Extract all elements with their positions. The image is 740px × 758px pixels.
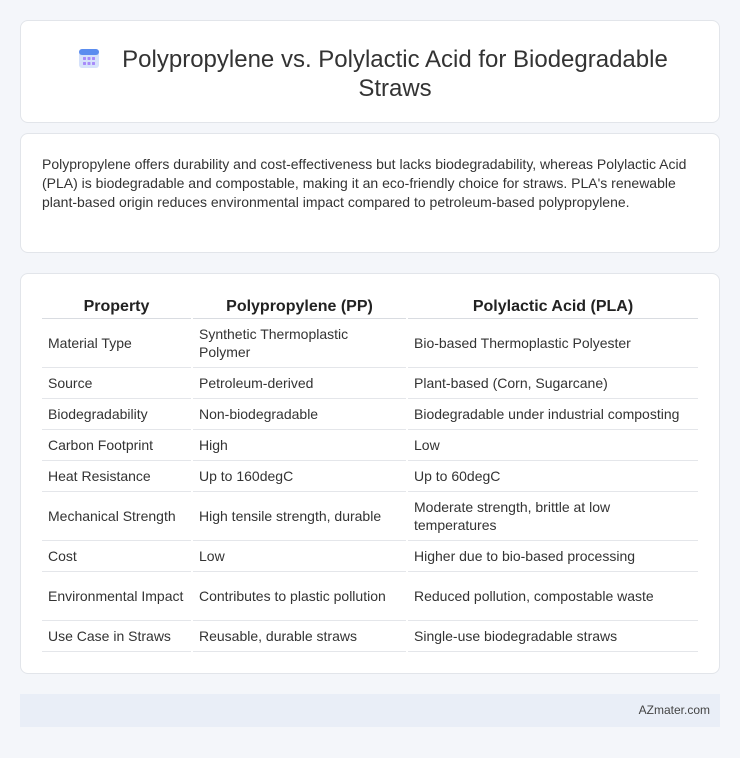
- table-cell: Material Type: [42, 318, 192, 368]
- table-cell: Heat Resistance: [42, 460, 192, 492]
- summary-paragraph: Polypropylene offers durability and cost…: [42, 156, 687, 210]
- table-cell: Single-use biodegradable straws: [406, 620, 698, 652]
- table-cell: Synthetic Thermoplastic Polymer: [191, 318, 407, 368]
- table-cell: Petroleum-derived: [191, 367, 407, 399]
- table-cell: Plant-based (Corn, Sugarcane): [406, 367, 698, 399]
- table-cell: Up to 160degC: [191, 460, 407, 492]
- table-row: Use Case in Straws Reusable, durable str…: [42, 620, 698, 652]
- table-header-row: Property Polypropylene (PP) Polylactic A…: [42, 294, 698, 319]
- table-row: Environmental Impact Contributes to plas…: [42, 571, 698, 621]
- table-row: Material Type Synthetic Thermoplastic Po…: [42, 318, 698, 368]
- footer-site-link[interactable]: AZmater.com: [639, 703, 710, 717]
- column-header-property: Property: [42, 294, 192, 319]
- table-cell: Bio-based Thermoplastic Polyester: [406, 318, 698, 368]
- table-cell: Reduced pollution, compostable waste: [406, 571, 698, 621]
- table-row: Carbon Footprint High Low: [42, 429, 698, 461]
- table-cell: Low: [406, 429, 698, 461]
- table-cell: Use Case in Straws: [42, 620, 192, 652]
- title-card: Polypropylene vs. Polylactic Acid for Bi…: [20, 20, 720, 123]
- comparison-card: Property Polypropylene (PP) Polylactic A…: [20, 273, 720, 674]
- column-header-pp: Polypropylene (PP): [191, 294, 407, 319]
- table-cell: Cost: [42, 540, 192, 572]
- table-cell: High tensile strength, durable: [191, 491, 407, 541]
- table-row: Biodegradability Non-biodegradable Biode…: [42, 398, 698, 430]
- table-cell: Biodegradable under industrial compostin…: [406, 398, 698, 430]
- table-cell: Up to 60degC: [406, 460, 698, 492]
- comparison-table: Property Polypropylene (PP) Polylactic A…: [42, 294, 698, 652]
- page-title: Polypropylene vs. Polylactic Acid for Bi…: [122, 46, 668, 102]
- table-cell: High: [191, 429, 407, 461]
- table-cell: Higher due to bio-based processing: [406, 540, 698, 572]
- column-header-pla: Polylactic Acid (PLA): [406, 294, 698, 319]
- table-row: Source Petroleum-derived Plant-based (Co…: [42, 367, 698, 399]
- table-cell: Carbon Footprint: [42, 429, 192, 461]
- summary-card: Polypropylene offers durability and cost…: [20, 133, 720, 253]
- table-cell: Environmental Impact: [42, 571, 192, 621]
- table-cell: Contributes to plastic pollution: [191, 571, 407, 621]
- table-cell: Reusable, durable straws: [191, 620, 407, 652]
- table-cell: Low: [191, 540, 407, 572]
- table-row: Mechanical Strength High tensile strengt…: [42, 491, 698, 541]
- table-cell: Biodegradability: [42, 398, 192, 430]
- table-cell: Source: [42, 367, 192, 399]
- table-row: Cost Low Higher due to bio-based process…: [42, 540, 698, 572]
- table-cell: Mechanical Strength: [42, 491, 192, 541]
- table-cell: Non-biodegradable: [191, 398, 407, 430]
- table-row: Heat Resistance Up to 160degC Up to 60de…: [42, 460, 698, 492]
- footer-bar: AZmater.com: [20, 694, 720, 727]
- table-cell: Moderate strength, brittle at low temper…: [406, 491, 698, 541]
